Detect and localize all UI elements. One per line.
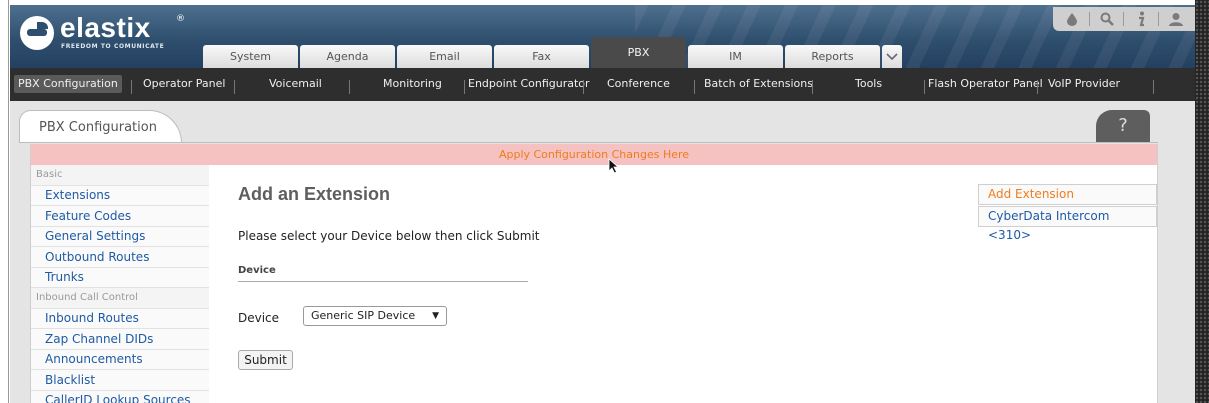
tab-fax[interactable]: Fax	[494, 45, 589, 68]
submenu-divider	[349, 80, 350, 94]
panel-divider	[19, 142, 1158, 143]
sidebar-item-feature-codes[interactable]: Feature Codes	[31, 206, 209, 227]
apply-config-bar[interactable]: Apply Configuration Changes Here	[31, 144, 1157, 165]
submenu-batch-of-extensions[interactable]: Batch of Extensions	[704, 75, 813, 93]
submit-button[interactable]: Submit	[238, 350, 293, 370]
logo-registered: ®	[176, 14, 185, 24]
submenu-conference[interactable]: Conference	[607, 75, 670, 93]
tab-email[interactable]: Email	[397, 45, 492, 68]
more-tabs-button[interactable]	[882, 45, 902, 68]
icon-divider	[1158, 12, 1160, 26]
submenu-divider	[583, 80, 584, 94]
device-label: Device	[238, 311, 280, 325]
sidebar: Basic Extensions Feature Codes General S…	[31, 165, 209, 403]
submenu-pbx-configuration[interactable]: PBX Configuration	[14, 75, 122, 93]
submenu-tools[interactable]: Tools	[855, 75, 882, 93]
sidebar-item-extensions[interactable]: Extensions	[31, 185, 209, 206]
submenu-voip-provider[interactable]: VoIP Provider	[1048, 75, 1120, 93]
search-icon[interactable]	[1098, 10, 1116, 28]
user-icon[interactable]	[1167, 10, 1185, 28]
sidebar-item-callerid-lookup-sources[interactable]: CallerID Lookup Sources	[31, 390, 209, 403]
submenu-monitoring[interactable]: Monitoring	[383, 75, 442, 93]
mouse-pointer-icon	[608, 158, 620, 174]
elastix-app: elastix ® FREEDOM TO COMUNICATE System A…	[10, 5, 1195, 403]
device-select-value: Generic SIP Device	[311, 309, 416, 322]
sidebar-heading-inbound-call-control: Inbound Call Control	[31, 288, 209, 309]
submenu-divider	[812, 80, 813, 94]
logo-tagline: FREEDOM TO COMUNICATE	[61, 43, 165, 50]
submenu-divider	[694, 80, 695, 94]
logo-text: elastix	[60, 12, 151, 43]
tab-system[interactable]: System	[203, 45, 298, 68]
nav-cyberdata-intercom[interactable]: CyberData Intercom <310>	[978, 206, 1157, 242]
submenu-operator-panel[interactable]: Operator Panel	[143, 75, 225, 93]
submenu-divider	[464, 80, 465, 94]
nav-add-extension[interactable]: Add Extension	[978, 184, 1157, 205]
sidebar-item-announcements[interactable]: Announcements	[31, 349, 209, 370]
sidebar-item-trunks[interactable]: Trunks	[31, 267, 209, 288]
sidebar-item-general-settings[interactable]: General Settings	[31, 226, 209, 247]
panel-tab-pbx-configuration[interactable]: PBX Configuration	[19, 110, 182, 143]
dropdown-arrow-icon: ▼	[432, 311, 439, 321]
tab-im[interactable]: IM	[688, 45, 783, 68]
icon-divider	[1088, 12, 1090, 26]
content-area: Apply Configuration Changes Here Basic E…	[30, 144, 1158, 403]
device-select[interactable]: Generic SIP Device ▼	[303, 306, 447, 326]
tab-reports[interactable]: Reports	[785, 45, 880, 68]
chevron-down-icon	[886, 52, 898, 60]
section-header-device: Device	[238, 265, 528, 282]
header: elastix ® FREEDOM TO COMUNICATE System A…	[10, 5, 1195, 68]
tab-pbx[interactable]: PBX	[591, 37, 686, 68]
sidebar-item-blacklist[interactable]: Blacklist	[31, 370, 209, 391]
extension-nav-box: Add Extension CyberData Intercom <310>	[978, 184, 1157, 242]
info-icon[interactable]	[1132, 10, 1150, 28]
submenu-divider	[924, 80, 925, 94]
elastix-logo-icon	[20, 16, 54, 50]
logo[interactable]: elastix ® FREEDOM TO COMUNICATE	[20, 12, 220, 54]
tab-agenda[interactable]: Agenda	[300, 45, 395, 68]
sidebar-item-outbound-routes[interactable]: Outbound Routes	[31, 247, 209, 268]
submenu-endpoint-configurator[interactable]: Endpoint Configurator	[468, 75, 590, 93]
submenu-divider	[234, 80, 235, 94]
submenu-voicemail[interactable]: Voicemail	[269, 75, 322, 93]
instruction-text: Please select your Device below then cli…	[238, 229, 540, 243]
window-edge-right	[1195, 0, 1209, 403]
sidebar-item-zap-channel-dids[interactable]: Zap Channel DIDs	[31, 329, 209, 350]
submenu-divider	[131, 80, 132, 94]
pbx-submenu: PBX Configuration Operator Panel Voicema…	[10, 68, 1195, 101]
submenu-flash-operator-panel[interactable]: Flash Operator Panel	[928, 75, 1043, 93]
sidebar-heading-basic: Basic	[31, 165, 209, 186]
drop-icon[interactable]	[1063, 10, 1081, 28]
submenu-divider	[1153, 80, 1154, 94]
submenu-divider	[1037, 80, 1038, 94]
top-icons-bar	[1053, 7, 1195, 31]
icon-divider	[1123, 12, 1125, 26]
main-tabs: System Agenda Email Fax PBX IM Reports	[203, 37, 902, 68]
window-edge-left	[0, 0, 9, 403]
sidebar-item-inbound-routes[interactable]: Inbound Routes	[31, 308, 209, 329]
help-button[interactable]: ?	[1096, 110, 1150, 142]
page-title: Add an Extension	[238, 184, 391, 204]
